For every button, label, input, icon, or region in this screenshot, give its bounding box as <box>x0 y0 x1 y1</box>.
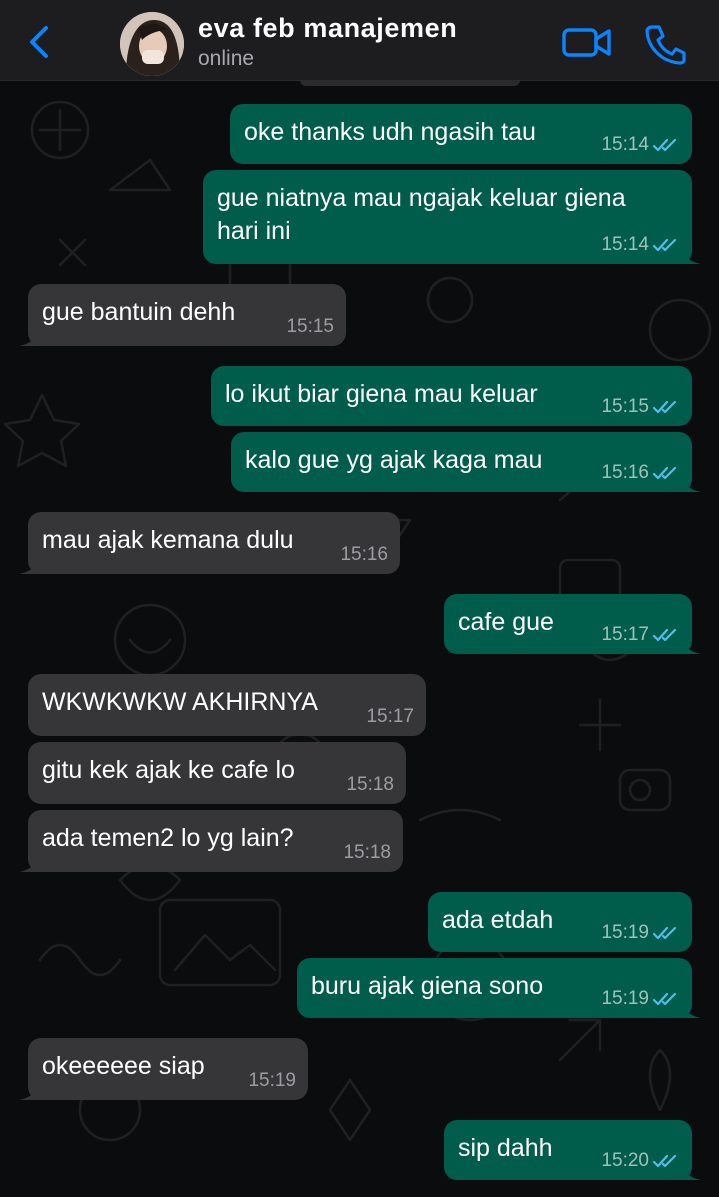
message-time: 15:18 <box>343 842 391 863</box>
bubble-tail <box>681 476 701 492</box>
contact-avatar[interactable] <box>120 12 184 76</box>
message-time: 15:19 <box>248 1070 296 1091</box>
double-check-read-icon <box>652 992 677 1006</box>
message-text: mau ajak kemana dulu <box>42 526 294 554</box>
message-list[interactable]: oke thanks udh ngasih tau 15:14 gue niatny… <box>0 80 719 1197</box>
message-meta: 15:15 <box>286 316 334 338</box>
outgoing-message-bubble[interactable]: gue niatnya mau ngajak keluar giena hari… <box>203 170 701 264</box>
message-meta: 15:14 <box>601 234 680 256</box>
outgoing-message-bubble[interactable]: oke thanks udh ngasih tau 15:14 <box>230 104 692 164</box>
chat-header: eva feb manajemen online <box>0 0 719 81</box>
incoming-message-bubble[interactable]: mau ajak kemana dulu 15:16 <box>19 512 400 574</box>
bubble-tail <box>19 856 39 872</box>
outgoing-message-bubble[interactable]: sip dahh 15:20 <box>444 1120 701 1180</box>
video-camera-icon <box>562 28 611 57</box>
message-time: 15:19 <box>601 988 649 1009</box>
video-call-button[interactable] <box>560 22 614 62</box>
message-meta: 15:19 <box>601 988 680 1010</box>
message-time: 15:14 <box>601 234 649 255</box>
message-meta: 15:15 <box>601 396 680 418</box>
chevron-left-icon <box>30 26 48 58</box>
outgoing-message-bubble[interactable]: cafe gue 15:17 <box>444 594 701 654</box>
double-check-read-icon <box>652 466 677 480</box>
bubble-tail <box>19 558 39 574</box>
message-meta: 15:18 <box>346 774 394 796</box>
message-time: 15:14 <box>601 134 649 155</box>
bubble-tail <box>681 638 701 654</box>
message-time: 15:18 <box>346 774 394 795</box>
message-time: 15:16 <box>340 544 388 565</box>
bubble-tail <box>19 1084 39 1100</box>
double-check-read-icon <box>652 400 677 414</box>
message-time: 15:15 <box>601 396 649 417</box>
message-time: 15:17 <box>601 624 649 645</box>
message-meta: 15:16 <box>601 462 680 484</box>
message-meta: 15:20 <box>601 1150 680 1172</box>
message-text: gitu kek ajak ke cafe lo <box>42 756 295 784</box>
double-check-read-icon <box>652 138 677 152</box>
message-time: 15:15 <box>286 316 334 337</box>
message-meta: 15:14 <box>601 134 680 156</box>
voice-call-button[interactable] <box>642 22 688 66</box>
outgoing-message-bubble[interactable]: ada etdah 15:19 <box>428 892 692 952</box>
message-meta: 15:19 <box>248 1070 296 1092</box>
message-meta: 15:19 <box>601 922 680 944</box>
double-check-read-icon <box>652 238 677 252</box>
double-check-read-icon <box>652 926 677 940</box>
message-text: ada temen2 lo yg lain? <box>42 824 294 852</box>
message-meta: 15:18 <box>343 842 391 864</box>
message-meta: 15:17 <box>601 624 680 646</box>
incoming-message-bubble[interactable]: WKWKWKW AKHIRNYA 15:17 <box>28 674 426 736</box>
message-time: 15:17 <box>366 706 414 727</box>
message-time: 15:16 <box>601 462 649 483</box>
outgoing-message-bubble[interactable]: buru ajak giena sono 15:19 <box>297 958 701 1018</box>
incoming-message-bubble[interactable]: ada temen2 lo yg lain? 15:18 <box>19 810 403 872</box>
message-meta: 15:16 <box>340 544 388 566</box>
message-time: 15:20 <box>601 1150 649 1171</box>
contact-status: online <box>198 47 255 70</box>
incoming-message-bubble[interactable]: gue bantuin dehh 15:15 <box>19 284 346 346</box>
bubble-tail <box>19 330 39 346</box>
avatar-photo <box>120 12 184 76</box>
bubble-tail <box>681 1164 701 1180</box>
contact-name[interactable]: eva feb manajemen <box>198 13 457 44</box>
incoming-message-bubble[interactable]: gitu kek ajak ke cafe lo 15:18 <box>28 742 406 804</box>
incoming-message-bubble[interactable]: okeeeeee siap 15:19 <box>19 1038 308 1100</box>
double-check-read-icon <box>652 1154 677 1168</box>
message-text: WKWKWKW AKHIRNYA <box>42 688 318 716</box>
outgoing-message-bubble[interactable]: kalo gue yg ajak kaga mau 15:16 <box>231 432 701 492</box>
message-meta: 15:17 <box>366 706 414 728</box>
double-check-read-icon <box>652 628 677 642</box>
bubble-tail <box>681 248 701 264</box>
back-button[interactable] <box>22 22 58 62</box>
outgoing-message-bubble[interactable]: lo ikut biar giena mau keluar 15:15 <box>211 366 692 426</box>
phone-icon <box>645 25 686 65</box>
bubble-tail <box>681 1002 701 1018</box>
message-time: 15:19 <box>601 922 649 943</box>
